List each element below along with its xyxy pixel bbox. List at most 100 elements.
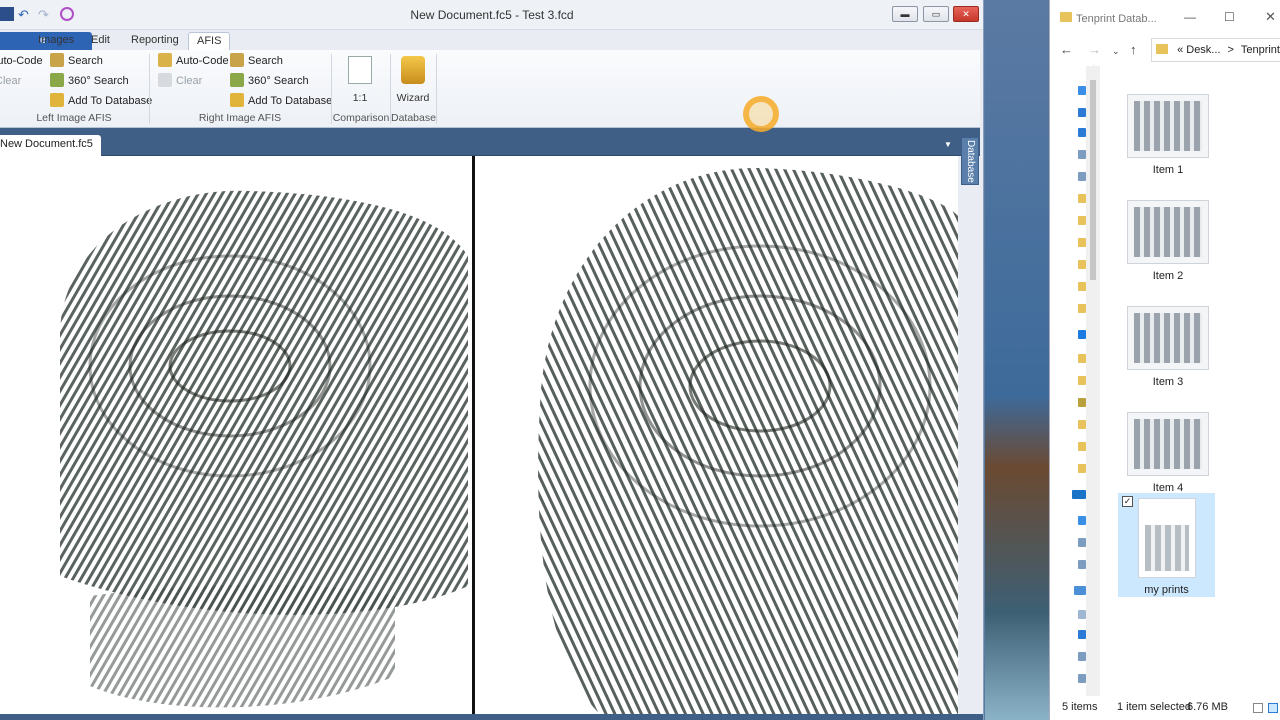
page-icon — [348, 56, 372, 84]
minimize-button[interactable]: ▬ — [892, 6, 918, 22]
chevron-down-icon[interactable]: ▼ — [944, 140, 952, 149]
document-tab[interactable]: New Document.fc5 — [0, 135, 101, 156]
folder-icon[interactable] — [1078, 238, 1086, 247]
drive-icon[interactable] — [1078, 610, 1086, 619]
search-360-icon — [230, 73, 244, 87]
documents-icon[interactable] — [1078, 150, 1086, 159]
maximize-button[interactable]: ▭ — [923, 6, 949, 22]
close-button[interactable]: ✕ — [1265, 9, 1276, 25]
ribbon-tabs: e Images Edit Reporting AFIS — [0, 30, 983, 50]
download-icon[interactable] — [1078, 128, 1086, 137]
right-auto-code-button[interactable]: Auto-Code — [158, 52, 229, 70]
folder-icon[interactable] — [1078, 376, 1086, 385]
dropbox-icon[interactable] — [1078, 330, 1086, 339]
ribbon: Auto-Code Clear Search 360° Search Add T… — [0, 50, 980, 128]
folder-icon[interactable] — [1078, 630, 1086, 639]
file-item-2[interactable]: Item 2 — [1118, 200, 1218, 282]
quick-access-icon[interactable] — [1078, 86, 1086, 95]
nav-scroll-thumb[interactable] — [1090, 80, 1096, 280]
recent-dropdown-icon[interactable]: ⌄ — [1112, 46, 1120, 57]
left-fingerprint-image — [60, 190, 468, 708]
comparison-group-label: Comparison — [332, 112, 390, 124]
forward-arrow-icon[interactable]: → — [1088, 42, 1101, 57]
tab-images[interactable]: Images — [30, 32, 82, 50]
explorer-title: Tenprint Datab... — [1076, 13, 1157, 25]
tab-afis[interactable]: AFIS — [188, 32, 231, 50]
folder-icon[interactable] — [1078, 464, 1086, 473]
left-group-label: Left Image AFIS — [36, 112, 112, 124]
selection-size: 6.76 MB — [1187, 701, 1228, 713]
folder-icon[interactable] — [1078, 282, 1086, 291]
explorer-title-bar: Tenprint Datab... — ☐ ✕ — [1050, 0, 1280, 36]
pictures-icon[interactable] — [1078, 172, 1086, 181]
wizard-button[interactable]: Wizard — [394, 54, 432, 104]
fingerprint-images — [60, 156, 958, 714]
tenprint-thumbnail — [1127, 200, 1209, 264]
tenprint-thumbnail — [1127, 94, 1209, 158]
tenprint-thumbnail — [1127, 412, 1209, 476]
left-360-search-button[interactable]: 360° Search — [50, 72, 129, 90]
image-divider[interactable] — [472, 156, 475, 714]
this-pc-icon[interactable] — [1074, 586, 1086, 595]
breadcrumb[interactable]: « Desk... > Tenprint — [1151, 38, 1280, 62]
file-icon[interactable] — [1078, 674, 1086, 683]
database-group-label: Database — [391, 112, 436, 124]
tab-edit[interactable]: Edit — [83, 32, 118, 50]
right-search-button[interactable]: Search — [230, 52, 283, 70]
item-count: 5 items — [1062, 701, 1098, 713]
item-checkbox[interactable]: ✓ — [1122, 496, 1133, 507]
tenprint-thumbnail — [1137, 498, 1196, 578]
up-arrow-icon[interactable]: ↑ — [1130, 42, 1137, 57]
status-strip — [0, 714, 983, 720]
tab-reporting[interactable]: Reporting — [123, 32, 187, 50]
right-clear-button[interactable]: Clear — [158, 72, 202, 90]
auto-code-icon — [158, 53, 172, 67]
folder-icon[interactable] — [1078, 442, 1086, 451]
folder-icon[interactable] — [1078, 216, 1086, 225]
file-item-my-prints[interactable]: my prints — [1118, 493, 1215, 597]
details-view-icon[interactable] — [1253, 703, 1263, 713]
search-360-icon — [50, 73, 64, 87]
file-icon[interactable] — [1078, 538, 1086, 547]
folder-icon[interactable] — [1078, 516, 1086, 525]
file-item-1[interactable]: Item 1 — [1118, 94, 1218, 176]
file-item-3[interactable]: Item 3 — [1118, 306, 1218, 388]
folder-icon[interactable] — [1078, 420, 1086, 429]
back-arrow-icon[interactable]: ← — [1060, 42, 1073, 57]
file-icon[interactable] — [1078, 560, 1086, 569]
left-search-button[interactable]: Search — [50, 52, 103, 70]
folder-icon[interactable] — [1078, 260, 1086, 269]
explorer-nav-bar: ← → ⌄ ↑ « Desk... > Tenprint — [1050, 36, 1280, 64]
folder-icon[interactable] — [1078, 194, 1086, 203]
maximize-button[interactable]: ☐ — [1224, 10, 1235, 24]
file-item-4[interactable]: Item 4 — [1118, 412, 1218, 494]
fingerprint-app-window: ↶ ↷ New Document.fc5 - Test 3.fcd ▬ ▭ ✕ … — [0, 0, 984, 720]
right-360-search-button[interactable]: 360° Search — [230, 72, 309, 90]
desktop-icon[interactable] — [1078, 108, 1086, 117]
large-icons-view-icon[interactable] — [1268, 703, 1278, 713]
explorer-status-bar: 5 items 1 item selected 6.76 MB — [1050, 696, 1280, 720]
window-title: New Document.fc5 - Test 3.fcd — [410, 8, 574, 22]
folder-icon[interactable] — [1078, 304, 1086, 313]
search-icon — [50, 53, 64, 67]
left-add-database-button[interactable]: Add To Database — [50, 92, 152, 110]
right-add-database-button[interactable]: Add To Database — [230, 92, 332, 110]
wizard-icon — [401, 56, 425, 84]
left-auto-code-button[interactable]: Auto-Code — [0, 52, 43, 70]
folder-icon[interactable] — [1078, 354, 1086, 363]
close-button[interactable]: ✕ — [953, 6, 979, 22]
selection-status: 1 item selected — [1117, 701, 1191, 713]
onedrive-icon[interactable] — [1072, 490, 1086, 499]
group-separator — [436, 54, 437, 124]
left-clear-button[interactable]: Clear — [0, 72, 21, 90]
one-to-one-button[interactable]: 1:1 — [338, 54, 382, 104]
document-tab-bar: New Document.fc5 — [0, 128, 980, 156]
database-side-tab[interactable]: Database — [961, 137, 979, 185]
search-icon — [230, 53, 244, 67]
comparison-canvas[interactable] — [0, 156, 958, 714]
file-icon[interactable] — [1078, 652, 1086, 661]
right-group-label: Right Image AFIS — [198, 112, 282, 124]
cursor-highlight — [743, 96, 779, 132]
folder-icon[interactable] — [1078, 398, 1086, 407]
minimize-button[interactable]: — — [1184, 10, 1196, 24]
